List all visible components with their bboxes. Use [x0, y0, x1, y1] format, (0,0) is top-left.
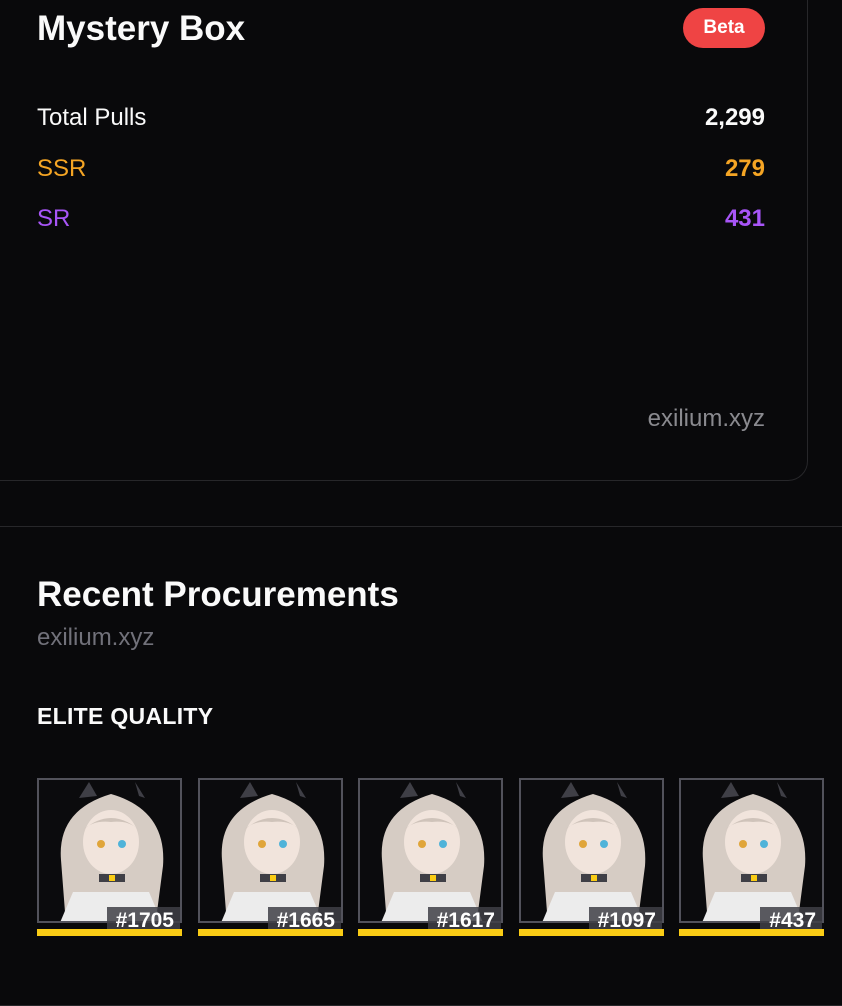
stat-label: SSR — [37, 155, 87, 182]
recent-procurements-watermark: exilium.xyz — [37, 624, 155, 651]
recent-procurements-title: Recent Procurements — [37, 575, 399, 614]
stat-value: 279 — [724, 155, 765, 182]
rarity-bar — [679, 929, 824, 936]
character-portrait-image — [702, 782, 806, 921]
elite-quality-label: ELITE QUALITY — [37, 703, 214, 729]
stat-value: 431 — [724, 205, 765, 232]
procurement-item[interactable]: #437 — [679, 778, 824, 936]
character-portrait — [358, 778, 503, 923]
stat-total-pulls: Total Pulls 2,299 — [37, 102, 765, 134]
procurement-item[interactable]: #1665 — [198, 778, 343, 936]
procurement-item[interactable]: #1617 — [358, 778, 503, 936]
character-portrait-image — [221, 782, 325, 921]
stat-label: Total Pulls — [37, 104, 147, 131]
rarity-bar — [198, 929, 343, 936]
stat-ssr: SSR 279 — [37, 153, 765, 185]
beta-badge: Beta — [683, 8, 765, 48]
stat-label: SR — [37, 205, 71, 232]
character-portrait-image — [542, 782, 646, 921]
character-portrait — [679, 778, 824, 923]
portrait-list: #1705 #1665 #1617 #1097 #437 — [37, 778, 827, 942]
stat-value: 2,299 — [704, 104, 765, 131]
rarity-bar — [37, 929, 182, 936]
procurement-item[interactable]: #1705 — [37, 778, 182, 936]
character-portrait-image — [381, 782, 485, 921]
mystery-box-title: Mystery Box — [37, 9, 246, 48]
character-portrait — [519, 778, 664, 923]
procurement-item[interactable]: #1097 — [519, 778, 664, 936]
character-portrait — [37, 778, 182, 923]
rarity-bar — [519, 929, 664, 936]
character-portrait-image — [60, 782, 164, 921]
character-portrait — [198, 778, 343, 923]
stat-sr: SR 431 — [37, 203, 765, 235]
rarity-bar — [358, 929, 503, 936]
mystery-box-watermark: exilium.xyz — [647, 405, 765, 432]
